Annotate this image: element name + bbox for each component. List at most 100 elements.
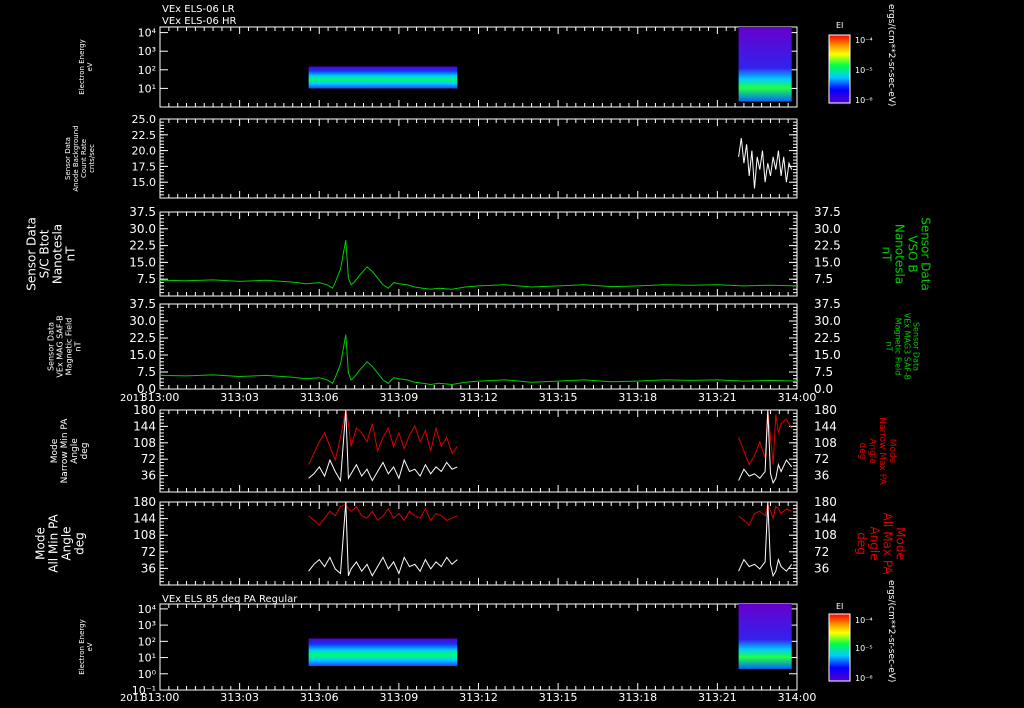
series-line (308, 409, 458, 465)
y-tick-label-right: 144 (814, 419, 837, 433)
y-axis-label: All Min PA (47, 513, 61, 572)
y-tick-label: 10⁰ (138, 668, 157, 681)
colorbar-top-label: EI (836, 21, 843, 30)
right-axis-label: nT (880, 247, 894, 263)
right-axis-label: nT (885, 342, 894, 352)
y-tick-label-right: 30.0 (814, 314, 841, 328)
y-tick-label: 180 (133, 495, 156, 509)
y-axis-label: deg (80, 443, 90, 460)
panel-mag-saf-b: 37.5 37.5 30.0 30.0 22.5 22.5 15.0 15.0 7.5 7.5 0.… (47, 297, 921, 396)
y-axis-label: Anode Background (72, 125, 80, 191)
right-axis-label: deg (857, 443, 867, 460)
y-tick-label-right: 37.5 (814, 297, 841, 311)
time-tick-label: 313:21 (698, 691, 737, 704)
y-tick-label: 36 (141, 469, 156, 483)
y-tick-label-right: 22.5 (814, 331, 841, 345)
y-tick-label-right: 108 (814, 528, 837, 542)
y-axis-label: Electron Energy (78, 619, 86, 674)
colorbar-top-tick-1: 10⁻⁴ (855, 36, 873, 45)
y-axis-label: Mode (50, 438, 60, 463)
time-tick-label: 313:15 (539, 391, 578, 404)
y-tick-label-right: 180 (814, 495, 837, 509)
time-tick-label: 313:00 (141, 391, 180, 404)
time-tick-label: 313:18 (618, 691, 657, 704)
series-line (159, 334, 798, 386)
y-tick-label: 144 (133, 512, 156, 526)
y-axis-label: Count Rate (80, 139, 88, 178)
y-tick-label-right: 180 (814, 403, 837, 417)
series-line (308, 409, 458, 483)
y-axis-label: nT (74, 341, 83, 351)
right-axis-label: Sensor Data (919, 217, 933, 291)
right-axis-label: Nanotesla (893, 224, 907, 284)
y-tick-label: 180 (133, 403, 156, 417)
series-line (738, 137, 793, 189)
y-tick-label: 20.0 (132, 145, 157, 158)
colorbar-bottom-units: ergs/(cm**2-sr-sec-eV) (886, 580, 896, 682)
y-tick-label-right: 144 (814, 512, 837, 526)
right-axis-label: Angle (867, 438, 877, 464)
time-tick-label: 313:21 (698, 391, 737, 404)
heatmap-block (738, 27, 792, 102)
y-tick-label: 10² (138, 635, 156, 648)
plot-canvas: VEx ELS-06 LR VEx ELS-06 HR VEx ELS 85 d… (25, 4, 933, 704)
y-tick-label-right: 72 (814, 452, 829, 466)
title-line-2: VEx ELS-06 HR (162, 16, 237, 27)
y-tick-label-right: 0.0 (814, 382, 833, 396)
heatmap-block (738, 604, 792, 669)
colorbar-top: EI 10⁻⁴ 10⁻⁵ 10⁻⁶ ergs/(cm**2-sr-sec-eV) (828, 4, 896, 106)
time-tick-label: 313:03 (220, 691, 259, 704)
colorbar-top-units: ergs/(cm**2-sr-sec-eV) (886, 4, 896, 106)
series-line (738, 502, 792, 526)
panel-all-pa: 180 180144 144108 10872 7236 36Mode All Min PA… (34, 495, 908, 586)
y-tick-label: 10⁴ (138, 603, 157, 616)
panel-frame (159, 118, 798, 199)
panel-anode-background: 25.0 22.5 20.0 17.5 15.0 Sensor Data Anode Bac… (64, 113, 798, 199)
heatmap-block (308, 638, 458, 667)
right-axis-label: VEx MAG3 SAF-B (903, 313, 912, 380)
y-tick-label-right: 108 (814, 436, 837, 450)
y-axis-label: Mode (34, 527, 48, 560)
right-axis-label: Narrow Max PA (877, 417, 887, 485)
panel-electron-energy-top: 10⁴ 10³ 10² 10¹ Electron Energy eV (78, 26, 798, 108)
time-tick-label: 313:12 (459, 691, 498, 704)
y-tick-label: 144 (133, 419, 156, 433)
time-tick-label: 313:09 (380, 691, 419, 704)
y-tick-label-right: 72 (814, 545, 829, 559)
y-tick-label: 22.5 (132, 129, 157, 142)
time-tick-label: 313:06 (300, 391, 339, 404)
y-tick-label: 30.0 (129, 314, 156, 328)
y-axis-label: VEx MAG SAF-B (56, 315, 65, 377)
series-line (738, 409, 793, 466)
y-tick-label: 22.5 (129, 331, 156, 345)
y-axis-label: eV (86, 642, 94, 651)
bottom-panel-title: VEx ELS 85 deg PA Regular (162, 594, 298, 605)
title-line-1: VEx ELS-06 LR (162, 4, 235, 15)
panel-sc-btot: 37.5 37.5 30.0 30.0 22.5 22.5 15.0 15.0 7.5 7.5 Se… (25, 205, 933, 297)
y-axis-label: cnts/sec (88, 144, 96, 173)
colorbar-top-tick-3: 10⁻⁶ (855, 96, 873, 105)
time-tick-label: 313:18 (618, 391, 657, 404)
panel-frame (159, 211, 798, 297)
y-tick-label-right: 22.5 (814, 239, 841, 253)
y-axis-label: Nanotesla (51, 224, 65, 284)
panel-frame (159, 26, 798, 108)
y-axis-label: Sensor Data (25, 217, 39, 291)
right-axis-label: All Max PA (881, 513, 895, 576)
y-axis-label: Angle (70, 438, 80, 464)
y-axis-label: Narrow Min PA (60, 418, 70, 484)
right-axis-label: Angle (868, 526, 882, 560)
time-tick-label: 314:00 (778, 691, 817, 704)
y-tick-label: 22.5 (129, 239, 156, 253)
y-tick-label-right: 15.0 (814, 348, 841, 362)
y-tick-label: 25.0 (132, 113, 157, 126)
y-tick-label: 10² (138, 64, 156, 77)
colorbar-top-tick-2: 10⁻⁵ (855, 66, 873, 75)
y-axis-label: Sensor Data (47, 322, 56, 371)
panel-electron-energy-bottom: 10⁴10³10²10¹10⁰10⁻¹Electron Energy eV (78, 603, 798, 697)
time-tick-label: 313:15 (539, 691, 578, 704)
y-tick-label: 7.5 (137, 272, 156, 286)
panel-narrow-pa: 180 180144 144108 10872 7236 36Mode Narrow Min… (50, 403, 897, 493)
time-axis-bottom: 2011313:00 313:03 313:06 313:09 313:12 313:15… (120, 691, 816, 704)
y-tick-label: 10³ (138, 45, 156, 58)
